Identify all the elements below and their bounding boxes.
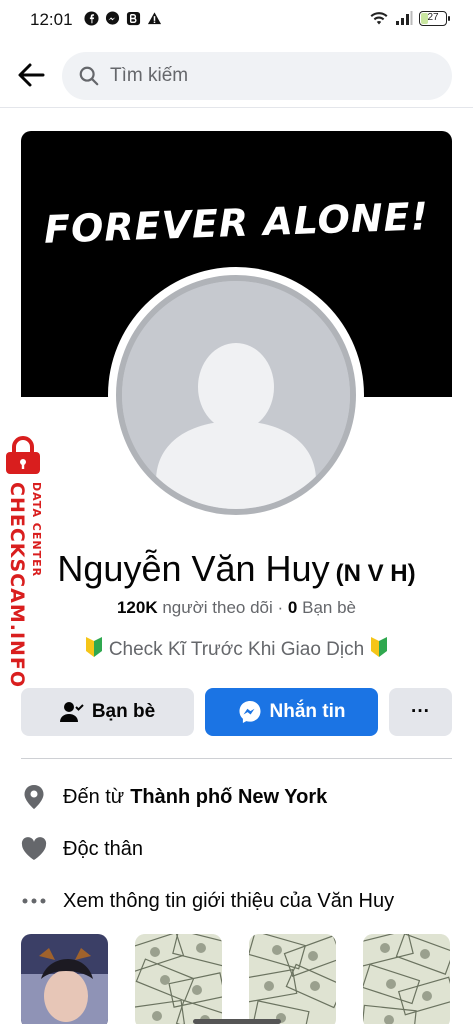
bio-text: Check Kĩ Trước Khi Giao Dịch (108, 639, 365, 660)
profile-full-name: Nguyễn Văn Huy (57, 548, 330, 589)
warning-icon (147, 12, 162, 25)
profile-avatar[interactable] (108, 267, 364, 523)
selfie-photo (21, 934, 108, 1024)
hometown-prefix: Đến từ (63, 785, 125, 808)
friends-count[interactable]: 0 (288, 598, 297, 617)
cover-text: FOREVER ALONE! (43, 194, 430, 252)
followers-count[interactable]: 120K (117, 598, 158, 617)
followers-label[interactable]: người theo dõi (162, 598, 272, 617)
default-avatar-icon (122, 281, 350, 509)
beginner-mark-icon (371, 637, 388, 657)
friends-button[interactable]: Bạn bè (21, 688, 194, 736)
back-arrow-icon (18, 63, 45, 87)
photo-thumbnail[interactable] (135, 934, 222, 1024)
heart-icon (21, 837, 47, 860)
ellipsis-icon (22, 898, 46, 904)
friends-label[interactable]: Bạn bè (302, 598, 356, 617)
message-button[interactable]: Nhắn tin (205, 688, 378, 736)
friends-button-label: Bạn bè (91, 701, 156, 722)
status-right: 27 (369, 10, 450, 26)
top-bar (0, 44, 473, 108)
status-bar: 12:01 27 (0, 0, 473, 44)
profile-name: Nguyễn Văn Huy (N V H) (0, 548, 473, 590)
notification-icons (84, 11, 162, 26)
intro-relationship: Độc thân (21, 834, 452, 864)
intro-hometown: Đến từ Thành phố New York (21, 782, 452, 812)
photo-grid (21, 934, 452, 1024)
avatar-placeholder (116, 275, 356, 515)
lock-icon (6, 436, 40, 474)
home-indicator[interactable] (193, 1019, 281, 1024)
app-icon (126, 11, 141, 26)
more-icon: ··· (411, 701, 430, 722)
search-input[interactable] (110, 65, 410, 87)
messenger-icon (105, 11, 120, 25)
back-button[interactable] (14, 58, 48, 92)
photo-thumbnail[interactable] (21, 934, 108, 1024)
photo-thumbnail[interactable] (363, 934, 450, 1024)
search-bar[interactable] (62, 52, 452, 100)
messenger-icon (239, 701, 260, 723)
money-photo (363, 934, 450, 1024)
divider (21, 758, 452, 759)
status-time: 12:01 (30, 10, 73, 29)
battery-level: 27 (427, 11, 439, 23)
intro-see-more[interactable]: Xem thông tin giới thiệu của Văn Huy (21, 886, 452, 916)
hometown-place[interactable]: Thành phố New York (130, 786, 327, 809)
wifi-icon (370, 12, 388, 25)
battery-icon: 27 (419, 10, 450, 26)
photo-thumbnail[interactable] (249, 934, 336, 1024)
money-photo (249, 934, 336, 1024)
profile-bio: Check Kĩ Trước Khi Giao Dịch (0, 636, 473, 661)
stats-separator: · (277, 598, 284, 617)
relationship-status: Độc thân (63, 837, 144, 860)
money-photo (135, 934, 222, 1024)
beginner-mark-icon (85, 637, 102, 657)
signal-icon (396, 11, 413, 25)
see-more-label: Xem thông tin giới thiệu của Văn Huy (63, 889, 395, 912)
friends-check-icon (59, 702, 84, 722)
location-pin-icon (24, 785, 44, 809)
facebook-icon (84, 11, 99, 26)
more-options-button[interactable]: ··· (389, 688, 452, 736)
profile-stats: 120K người theo dõi · 0 Bạn bè (0, 598, 473, 618)
profile-nickname: (N V H) (335, 560, 416, 587)
search-icon (79, 66, 99, 86)
message-button-label: Nhắn tin (269, 701, 346, 722)
